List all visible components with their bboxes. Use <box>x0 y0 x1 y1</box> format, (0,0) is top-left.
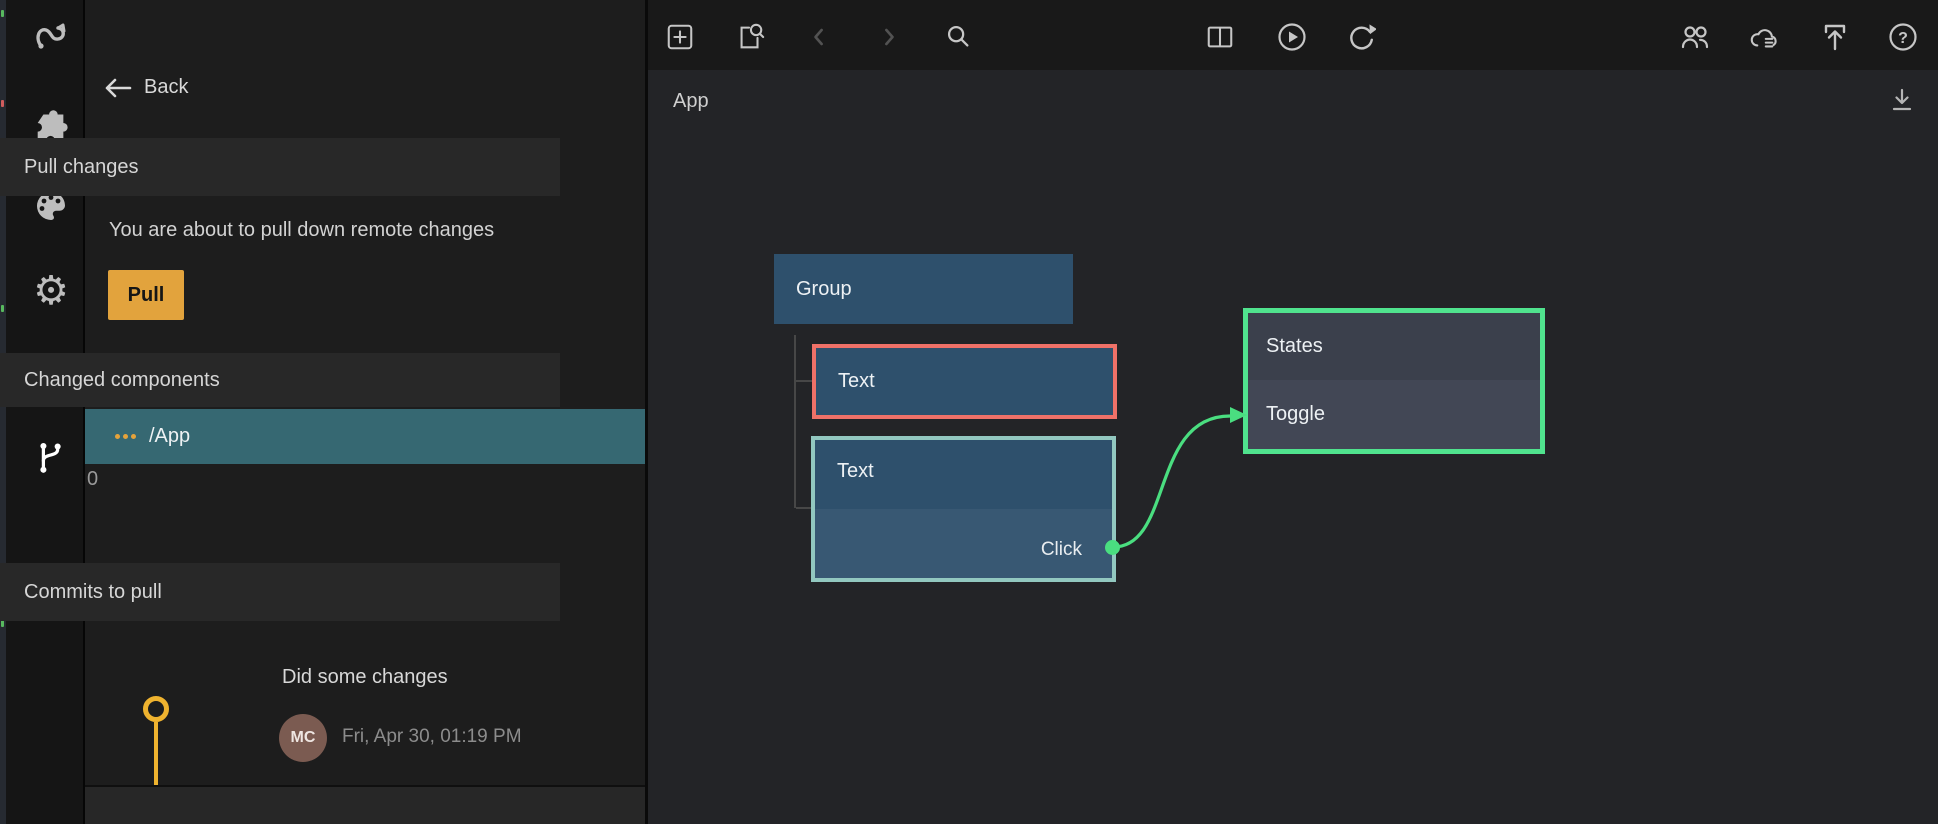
pull-description: You are about to pull down remote change… <box>109 219 494 242</box>
back-arrow-icon <box>104 77 132 99</box>
component-search-button[interactable] <box>734 21 766 53</box>
node-states[interactable]: States Toggle <box>1243 308 1545 454</box>
states-row-toggle[interactable]: Toggle <box>1248 380 1540 449</box>
activity-bar: ⚙ <box>6 0 85 824</box>
node-states-title: States <box>1248 313 1540 380</box>
minimap-speck <box>1 100 4 107</box>
minimap-speck <box>1 305 4 312</box>
search-button[interactable] <box>942 21 974 53</box>
connection-target-arrow <box>1230 407 1247 423</box>
tree-connector-line <box>794 335 796 508</box>
tree-connector-tick <box>796 507 811 509</box>
node-text-warning[interactable]: Text <box>812 344 1117 419</box>
node-text-selected[interactable]: Text Click <box>811 436 1116 582</box>
state-row-label: Toggle <box>1266 403 1325 426</box>
tree-connector-tick <box>796 380 812 382</box>
back-button[interactable]: Back <box>104 76 188 99</box>
noodl-logo-icon[interactable] <box>31 17 71 57</box>
preview-play-button[interactable] <box>1276 21 1308 53</box>
commits-title: Commits to pull <box>24 581 162 604</box>
node-group[interactable]: Group <box>774 254 1073 324</box>
node-label: Group <box>796 278 852 301</box>
navigate-forward-button[interactable] <box>873 21 905 53</box>
minimap-speck <box>1 10 4 17</box>
changed-component-row-app[interactable]: /App <box>85 409 645 464</box>
commit-timestamp: Fri, Apr 30, 01:19 PM <box>342 726 522 748</box>
refresh-button[interactable] <box>1345 21 1377 53</box>
back-label: Back <box>144 76 188 99</box>
avatar: MC <box>279 714 327 762</box>
settings-gear-icon[interactable]: ⚙ <box>31 271 71 311</box>
node-label: States <box>1266 335 1323 358</box>
add-node-button[interactable] <box>664 21 696 53</box>
commit-graph-node <box>143 696 169 722</box>
cloud-sync-button[interactable] <box>1746 21 1778 53</box>
panel-bottom-band <box>85 787 645 824</box>
avatar-initials: MC <box>291 729 316 747</box>
download-icon[interactable] <box>1889 87 1915 113</box>
changed-components-title: Changed components <box>24 369 220 392</box>
navigate-back-button[interactable] <box>803 21 835 53</box>
collaborators-button[interactable] <box>1679 21 1711 53</box>
pull-changes-header: Pull changes <box>0 138 560 196</box>
minimap-speck <box>1 620 4 627</box>
commit-message: Did some changes <box>282 666 448 689</box>
app-window: ⚙ Back Pull <box>0 0 1938 824</box>
pull-changes-title: Pull changes <box>24 156 139 179</box>
version-control-branch-icon[interactable] <box>31 436 71 476</box>
output-port-click[interactable]: Click <box>1041 539 1082 561</box>
changed-count: 0 <box>87 468 98 491</box>
component-name: /App <box>149 425 190 448</box>
split-view-button[interactable] <box>1204 21 1236 53</box>
node-label: Text <box>837 460 874 483</box>
changes-dots-icon <box>115 434 136 439</box>
commits-to-pull-header: Commits to pull <box>0 563 560 621</box>
node-label: Text <box>838 370 875 393</box>
help-button[interactable]: ? <box>1887 21 1919 53</box>
gear-glyph: ⚙ <box>33 271 69 311</box>
breadcrumb[interactable]: App <box>673 90 709 113</box>
publish-button[interactable] <box>1819 21 1851 53</box>
pull-button[interactable]: Pull <box>108 270 184 320</box>
changed-components-header: Changed components <box>0 353 560 407</box>
connection-source-dot[interactable] <box>1105 540 1120 555</box>
help-glyph: ? <box>1898 30 1908 47</box>
